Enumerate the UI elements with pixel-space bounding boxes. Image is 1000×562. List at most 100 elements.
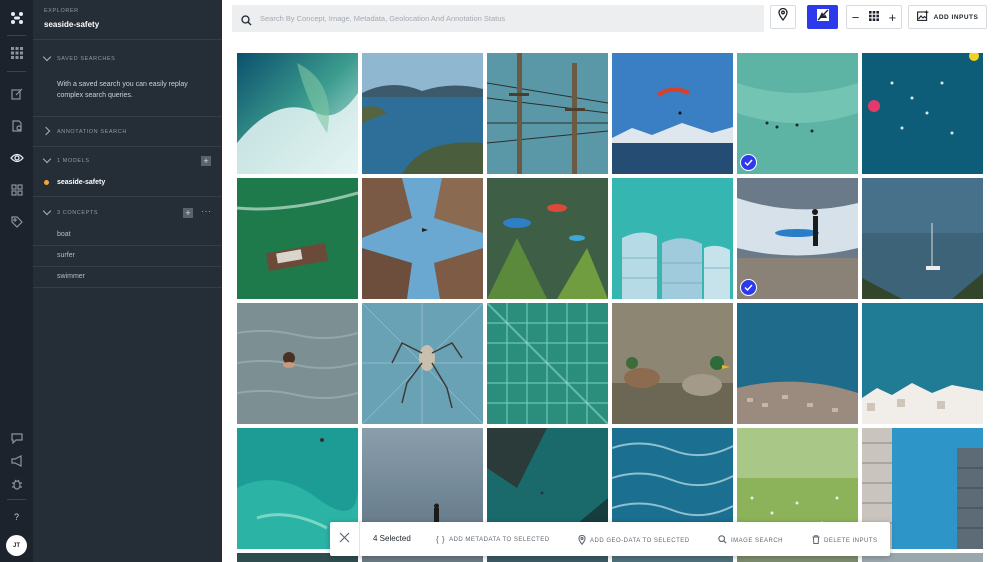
surfers-image [737,53,858,174]
image-tile[interactable] [862,178,983,299]
spider-image [362,303,483,424]
image-tile[interactable] [237,178,358,299]
glass-towers-image [612,178,733,299]
delete-inputs-label: DELETE INPUTS [824,537,878,544]
help-icon[interactable]: ? [8,508,25,525]
swimmers-image [862,53,983,174]
image-tile[interactable] [737,303,858,424]
surfer-beach-image [737,178,858,299]
concepts-header[interactable]: 3 CONCEPTS [57,210,98,216]
selected-check-icon[interactable] [740,279,757,296]
image-search-label: IMAGE SEARCH [731,537,784,544]
selected-check-icon[interactable] [740,154,757,171]
search-bar [232,5,764,32]
aerial-town-image [737,303,858,424]
image-tile[interactable] [612,178,733,299]
close-icon [339,530,350,548]
add-metadata-label: ADD METADATA TO SELECTED [449,536,550,543]
tag-icon[interactable] [8,213,25,230]
eye-icon[interactable] [8,149,25,166]
saved-searches-header[interactable]: SAVED SEARCHES [57,56,115,62]
fish-image [487,178,608,299]
zoom-in-icon[interactable]: + [889,11,897,24]
document-icon[interactable] [8,117,25,134]
chevron-down-icon[interactable] [42,154,52,164]
model-item[interactable]: seaside-safety [57,179,105,186]
paraglider-image [612,53,733,174]
explorer-sidebar: EXPLORER seaside-safety SAVED SEARCHES W… [33,0,222,562]
image-tile[interactable] [362,303,483,424]
image-tile[interactable] [737,53,858,174]
boat-image [237,178,358,299]
braces-icon: { } [436,535,446,544]
bug-icon[interactable] [8,475,25,492]
rail-divider [7,71,26,72]
icon-rail: ? JT [0,0,33,562]
zoom-controls: − + [846,5,902,29]
image-tile[interactable] [612,303,733,424]
avatar[interactable]: JT [6,535,27,556]
sidebar-divider [33,39,222,40]
image-tile[interactable] [487,53,608,174]
image-tile[interactable] [362,53,483,174]
edit-icon[interactable] [8,85,25,102]
concept-item[interactable]: swimmer [57,273,85,280]
add-metadata-button[interactable]: { } ADD METADATA TO SELECTED [436,535,550,544]
geolocation-button[interactable] [770,5,796,29]
coast-image [362,53,483,174]
selection-action-bar: 4 Selected { } ADD METADATA TO SELECTED … [330,522,890,556]
add-model-button[interactable]: + [201,156,211,166]
power-lines-image [487,53,608,174]
image-tile[interactable] [487,178,608,299]
megaphone-icon[interactable] [8,452,25,469]
search-icon [241,13,252,31]
annotation-search-header[interactable]: ANNOTATION SEARCH [57,129,127,135]
chevron-down-icon[interactable] [42,206,52,216]
logo-icon[interactable] [8,9,25,26]
sailboat-image [862,178,983,299]
image-tile[interactable] [737,178,858,299]
image-tile[interactable] [237,303,358,424]
sidebar-divider [33,287,222,288]
concept-item[interactable]: boat [57,231,71,238]
image-tile[interactable] [862,303,983,424]
add-concept-button[interactable]: + [183,208,193,218]
more-options-icon[interactable]: ··· [201,206,212,216]
ducks-image [612,303,733,424]
image-tile[interactable] [237,53,358,174]
chat-icon[interactable] [8,429,25,446]
models-header[interactable]: 1 MODELS [57,158,90,164]
sidebar-divider [33,196,222,197]
delete-inputs-button[interactable]: DELETE INPUTS [812,535,878,546]
grid-size-icon[interactable] [868,8,879,26]
search-input[interactable] [260,10,755,27]
zoom-out-icon[interactable]: − [852,11,860,24]
concept-item[interactable]: surfer [57,252,75,259]
image-tile[interactable] [362,178,483,299]
modules-icon[interactable] [8,181,25,198]
model-status-dot [44,180,49,185]
image-tile[interactable] [487,303,608,424]
selected-count: 4 Selected [373,534,411,543]
app-name: seaside-safety [44,20,100,29]
image-tile[interactable] [612,53,733,174]
map-pin-icon [578,534,586,547]
search-icon [718,535,727,546]
add-geodata-label: ADD GEO-DATA TO SELECTED [590,538,690,544]
image-tile[interactable] [862,53,983,174]
trash-icon [812,535,820,546]
image-search-button[interactable]: IMAGE SEARCH [718,535,783,546]
white-town-image [862,303,983,424]
add-image-icon [916,8,929,26]
chevron-right-icon[interactable] [41,126,51,136]
rail-divider [7,499,26,500]
add-inputs-button[interactable]: ADD INPUTS [908,5,987,29]
image-grid [237,53,997,562]
apps-grid-icon[interactable] [8,44,25,61]
clear-selection-button[interactable] [330,522,360,556]
chevron-down-icon[interactable] [42,52,52,62]
buildings-sky-image [362,178,483,299]
rail-divider [7,35,26,36]
add-geodata-button[interactable]: ADD GEO-DATA TO SELECTED [578,534,690,547]
annotation-mode-toggle[interactable] [807,5,838,29]
